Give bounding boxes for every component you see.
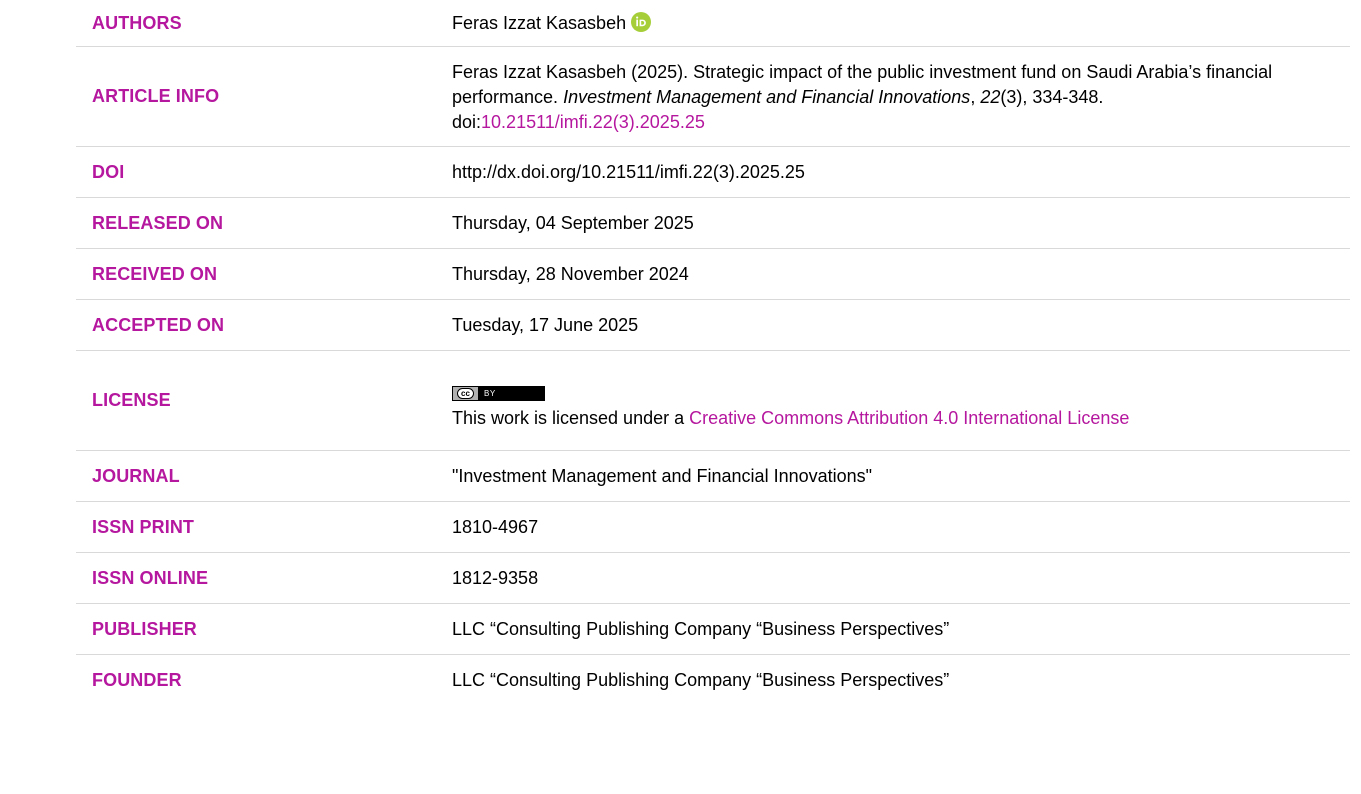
released-label: RELEASED ON	[92, 212, 224, 233]
doi-value[interactable]: http://dx.doi.org/10.21511/imfi.22(3).20…	[452, 160, 1350, 185]
license-value: cc BY This work is licensed under a Crea…	[452, 370, 1350, 431]
publisher-label: PUBLISHER	[92, 618, 197, 639]
authors-row: AUTHORS Feras Izzat Kasasbeh	[76, 0, 1350, 47]
license-text: This work is licensed under a	[452, 408, 690, 428]
doi-label: DOI	[92, 161, 125, 182]
received-row: RECEIVED ON Thursday, 28 November 2024	[76, 249, 1350, 300]
cc-by-license-icon[interactable]: cc BY	[452, 386, 545, 401]
received-value: Thursday, 28 November 2024	[452, 263, 689, 284]
accepted-row: ACCEPTED ON Tuesday, 17 June 2025	[76, 300, 1350, 351]
journal-row: JOURNAL "Investment Management and Finan…	[76, 451, 1350, 502]
citation-doi-link[interactable]: 10.21511/imfi.22(3).2025.25	[481, 112, 705, 132]
cc-badge-text: cc	[457, 388, 474, 399]
citation-separator: ,	[970, 87, 981, 107]
founder-value: LLC “Consulting Publishing Company “Busi…	[452, 670, 950, 690]
issn-online-value: 1812-9358	[452, 567, 539, 588]
publisher-value: LLC “Consulting Publishing Company “Busi…	[452, 618, 950, 639]
article-info-row: ARTICLE INFO Feras Izzat Kasasbeh (2025)…	[76, 47, 1350, 147]
authors-value: Feras Izzat Kasasbeh	[452, 11, 1350, 36]
license-text-line: This work is licensed under a Creative C…	[452, 406, 1334, 431]
issn-print-value: 1810-4967	[452, 516, 539, 537]
doi-row: DOI http://dx.doi.org/10.21511/imfi.22(3…	[76, 147, 1350, 198]
article-info-label: ARTICLE INFO	[92, 86, 220, 106]
issn-print-label: ISSN PRINT	[92, 516, 195, 537]
cc-by-badge[interactable]: cc BY	[452, 378, 1334, 406]
article-info-citation: Feras Izzat Kasasbeh (2025). Strategic i…	[452, 58, 1350, 135]
released-row: RELEASED ON Thursday, 04 September 2025	[76, 198, 1350, 249]
license-label: LICENSE	[92, 390, 171, 410]
founder-row: FOUNDER LLC “Consulting Publishing Compa…	[76, 655, 1350, 706]
issn-print-row: ISSN PRINT 1810-4967	[76, 502, 1350, 553]
journal-label: JOURNAL	[92, 465, 180, 486]
license-row: LICENSE cc BY This work is licensed unde…	[76, 351, 1350, 451]
issn-online-label: ISSN ONLINE	[92, 567, 209, 588]
received-label: RECEIVED ON	[92, 263, 218, 284]
citation-journal: Investment Management and Financial Inno…	[563, 87, 971, 107]
accepted-label: ACCEPTED ON	[92, 314, 225, 335]
license-link[interactable]: Creative Commons Attribution 4.0 Interna…	[689, 408, 1129, 428]
article-info-table: AUTHORS Feras Izzat Kasasbeh ARTICLE INF…	[76, 0, 1350, 706]
issn-online-row: ISSN ONLINE 1812-9358	[76, 553, 1350, 604]
author-name: Feras Izzat Kasasbeh	[452, 12, 627, 33]
by-badge-text: BY	[478, 387, 544, 400]
accepted-value: Tuesday, 17 June 2025	[452, 314, 639, 335]
released-value: Thursday, 04 September 2025	[452, 212, 694, 233]
citation-volume: 22	[980, 87, 1001, 107]
publisher-row: PUBLISHER LLC “Consulting Publishing Com…	[76, 604, 1350, 655]
authors-label: AUTHORS	[92, 12, 182, 33]
orcid-id-icon[interactable]	[631, 11, 652, 32]
founder-label: FOUNDER	[92, 670, 182, 690]
journal-value: "Investment Management and Financial Inn…	[452, 465, 873, 486]
